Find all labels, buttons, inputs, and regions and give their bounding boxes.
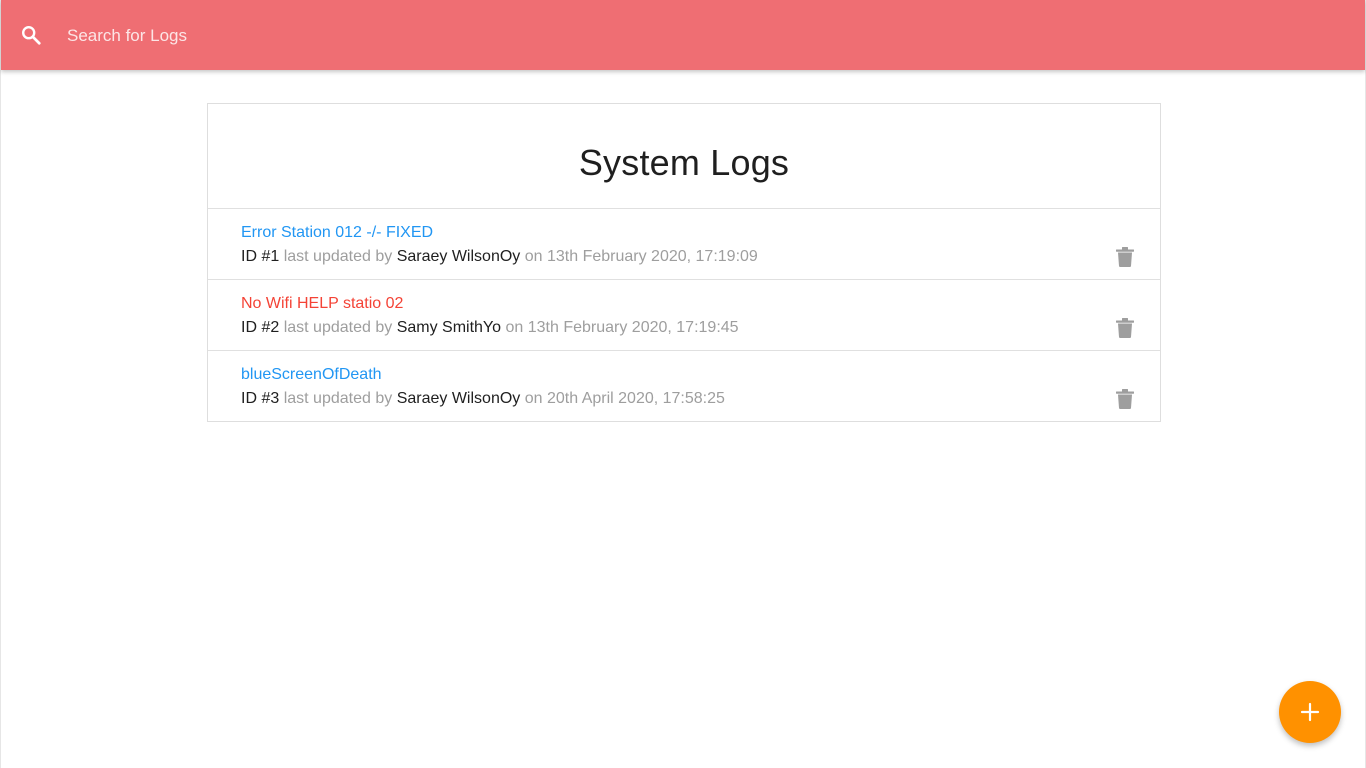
log-title-link[interactable]: No Wifi HELP statio 02 xyxy=(241,295,403,313)
trash-icon[interactable] xyxy=(1116,389,1134,409)
last-updated-label: last updated by xyxy=(283,390,393,407)
on-label: on xyxy=(524,390,543,407)
add-log-button[interactable] xyxy=(1279,681,1341,743)
log-user: Saraey WilsonOy xyxy=(396,390,521,407)
log-item: Error Station 012 -/- FIXED ID #1 last u… xyxy=(208,209,1160,280)
log-list: Error Station 012 -/- FIXED ID #1 last u… xyxy=(208,209,1160,422)
trash-icon[interactable] xyxy=(1116,318,1134,338)
log-user: Samy SmithYo xyxy=(396,319,502,336)
log-item: No Wifi HELP statio 02 ID #2 last update… xyxy=(208,280,1160,351)
page-title: System Logs xyxy=(578,142,790,183)
log-meta: ID #1 last updated by Saraey WilsonOy on… xyxy=(241,248,758,266)
search-input[interactable] xyxy=(67,20,667,52)
log-meta: ID #3 last updated by Saraey WilsonOy on… xyxy=(241,390,725,408)
logs-card-header: System Logs xyxy=(208,104,1160,209)
log-id: ID #2 xyxy=(241,319,280,336)
log-title-link[interactable]: Error Station 012 -/- FIXED xyxy=(241,224,433,242)
log-user: Saraey WilsonOy xyxy=(396,248,521,265)
top-navbar xyxy=(1,0,1365,70)
trash-icon[interactable] xyxy=(1116,247,1134,267)
on-label: on xyxy=(505,319,524,336)
log-date: 13th February 2020, 17:19:45 xyxy=(527,319,739,336)
last-updated-label: last updated by xyxy=(283,248,393,265)
log-item: blueScreenOfDeath ID #3 last updated by … xyxy=(208,351,1160,422)
log-date: 13th February 2020, 17:19:09 xyxy=(546,248,758,265)
log-id: ID #1 xyxy=(241,248,280,265)
on-label: on xyxy=(524,248,543,265)
search-icon[interactable] xyxy=(20,24,42,46)
plus-icon xyxy=(1300,702,1320,722)
log-meta: ID #2 last updated by Samy SmithYo on 13… xyxy=(241,319,739,337)
log-title-link[interactable]: blueScreenOfDeath xyxy=(241,366,382,384)
logs-card: System Logs Error Station 012 -/- FIXED … xyxy=(207,103,1161,422)
last-updated-label: last updated by xyxy=(283,319,393,336)
log-date: 20th April 2020, 17:58:25 xyxy=(546,390,725,407)
app: System Logs Error Station 012 -/- FIXED … xyxy=(0,0,1366,768)
log-id: ID #3 xyxy=(241,390,280,407)
